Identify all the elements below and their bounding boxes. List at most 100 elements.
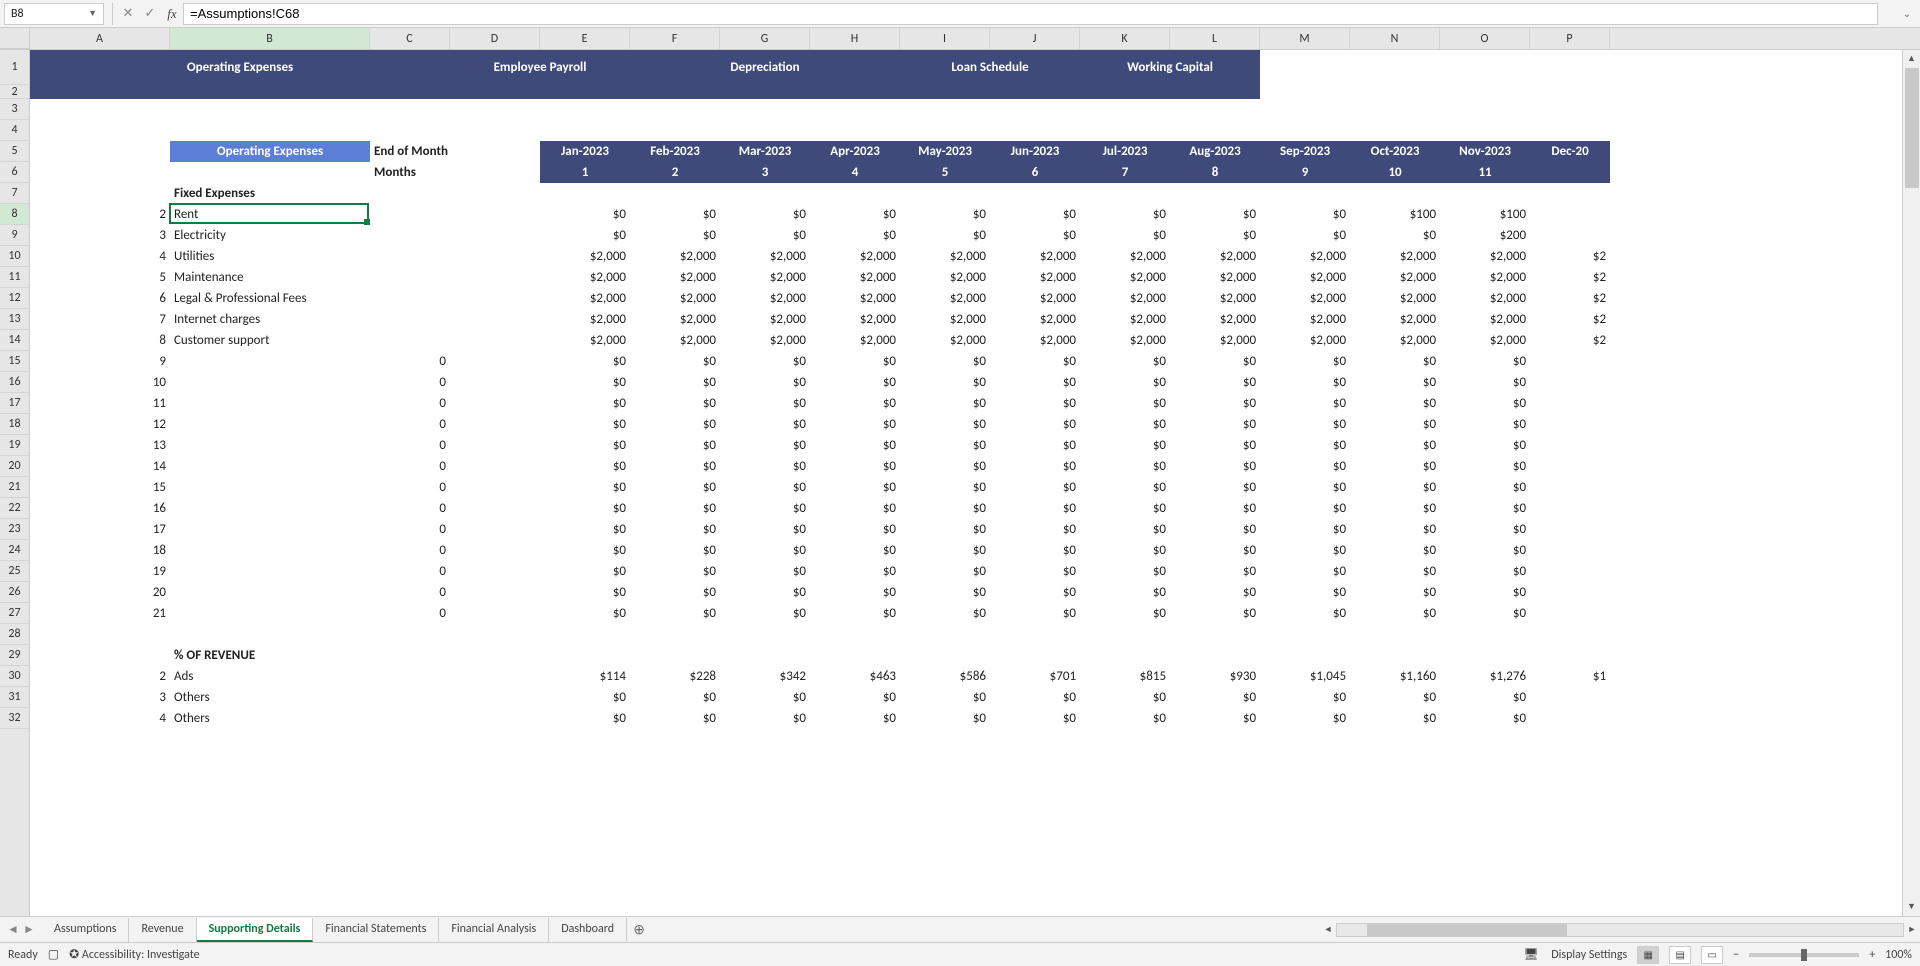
row-header-9[interactable]: 9: [0, 225, 29, 246]
cell[interactable]: [450, 477, 540, 498]
month-num-10[interactable]: 11: [1440, 162, 1530, 183]
expense-value[interactable]: [1530, 435, 1610, 456]
expense-value[interactable]: $0: [900, 414, 990, 435]
expense-value[interactable]: $0: [720, 477, 810, 498]
row-index[interactable]: 17: [30, 519, 170, 540]
expense-value[interactable]: $0: [540, 540, 630, 561]
expense-value[interactable]: $2,000: [990, 267, 1080, 288]
zoom-in-icon[interactable]: +: [1869, 948, 1875, 962]
sheet-tab-dashboard[interactable]: Dashboard: [549, 918, 627, 942]
expense-value[interactable]: $2,000: [1350, 288, 1440, 309]
row-index[interactable]: 19: [30, 561, 170, 582]
zoom-out-icon[interactable]: −: [1733, 948, 1739, 962]
expense-value[interactable]: $2,000: [1260, 309, 1350, 330]
month-header-7[interactable]: Aug-2023: [1170, 141, 1260, 162]
expense-value[interactable]: $0: [1260, 603, 1350, 624]
expense-value[interactable]: $0: [1440, 540, 1530, 561]
revenue-value[interactable]: $0: [1350, 687, 1440, 708]
expense-value[interactable]: $0: [810, 561, 900, 582]
expense-c[interactable]: 0: [370, 582, 450, 603]
expense-value[interactable]: $0: [810, 225, 900, 246]
expense-value[interactable]: $0: [1350, 351, 1440, 372]
revenue-value[interactable]: $0: [810, 708, 900, 729]
expense-value[interactable]: $0: [990, 351, 1080, 372]
cell[interactable]: [450, 519, 540, 540]
expense-name[interactable]: [170, 477, 370, 498]
expense-value[interactable]: $2,000: [900, 330, 990, 351]
month-num-5[interactable]: 6: [990, 162, 1080, 183]
expense-value[interactable]: $0: [1350, 414, 1440, 435]
accessibility-status[interactable]: Accessibility: Investigate: [82, 948, 200, 962]
horizontal-scroll-track[interactable]: [1336, 923, 1904, 937]
expense-value[interactable]: $0: [1170, 414, 1260, 435]
revenue-value[interactable]: $586: [900, 666, 990, 687]
cell[interactable]: [1260, 85, 1610, 99]
expense-value[interactable]: $0: [1260, 414, 1350, 435]
revenue-name[interactable]: Others: [170, 687, 370, 708]
expense-value[interactable]: $2,000: [1080, 267, 1170, 288]
cell[interactable]: [370, 687, 450, 708]
cell[interactable]: [450, 267, 540, 288]
expense-value[interactable]: $0: [1170, 435, 1260, 456]
expense-value[interactable]: $2,000: [1080, 309, 1170, 330]
expense-value[interactable]: $0: [720, 351, 810, 372]
expense-value[interactable]: $0: [630, 519, 720, 540]
expense-value[interactable]: $0: [540, 498, 630, 519]
expense-value[interactable]: [1530, 519, 1610, 540]
expense-value[interactable]: $0: [1260, 435, 1350, 456]
expense-name[interactable]: Customer support: [170, 330, 370, 351]
expense-name[interactable]: [170, 435, 370, 456]
expense-value[interactable]: $0: [810, 351, 900, 372]
cell[interactable]: [370, 183, 1610, 204]
revenue-value[interactable]: $0: [1350, 708, 1440, 729]
expense-value[interactable]: [1530, 225, 1610, 246]
cell[interactable]: [30, 141, 170, 162]
expense-value[interactable]: $0: [810, 519, 900, 540]
expense-value[interactable]: $0: [1440, 372, 1530, 393]
expense-value[interactable]: $2,000: [1170, 246, 1260, 267]
month-header-10[interactable]: Nov-2023: [1440, 141, 1530, 162]
expense-name[interactable]: [170, 393, 370, 414]
expense-value[interactable]: $0: [900, 498, 990, 519]
expense-value[interactable]: $0: [540, 519, 630, 540]
expense-name[interactable]: Utilities: [170, 246, 370, 267]
expense-value[interactable]: [1530, 372, 1610, 393]
expense-value[interactable]: $2: [1530, 246, 1610, 267]
revenue-value[interactable]: $0: [1260, 708, 1350, 729]
revenue-value[interactable]: $0: [1440, 687, 1530, 708]
column-header-L[interactable]: L: [1170, 28, 1260, 49]
expense-value[interactable]: $0: [1080, 561, 1170, 582]
expense-value[interactable]: $2,000: [630, 330, 720, 351]
expense-value[interactable]: $2,000: [630, 246, 720, 267]
expense-value[interactable]: [1530, 351, 1610, 372]
row-header-11[interactable]: 11: [0, 267, 29, 288]
expense-value[interactable]: $0: [1350, 519, 1440, 540]
month-num-11[interactable]: [1530, 162, 1610, 183]
expense-value[interactable]: $0: [900, 603, 990, 624]
row-header-29[interactable]: 29: [0, 645, 29, 666]
expense-value[interactable]: $0: [900, 540, 990, 561]
sheet-tab-revenue[interactable]: Revenue: [129, 918, 196, 942]
formula-expand-icon[interactable]: ⌄: [1898, 7, 1916, 20]
expense-value[interactable]: $2,000: [1170, 288, 1260, 309]
expense-value[interactable]: $0: [1440, 435, 1530, 456]
expense-value[interactable]: $0: [540, 582, 630, 603]
row-header-12[interactable]: 12: [0, 288, 29, 309]
expense-name[interactable]: Internet charges: [170, 309, 370, 330]
expense-value[interactable]: $0: [990, 582, 1080, 603]
expense-value[interactable]: $0: [1080, 225, 1170, 246]
accessibility-icon[interactable]: ✪: [69, 947, 82, 962]
revenue-value[interactable]: $0: [630, 687, 720, 708]
expense-value[interactable]: $0: [1080, 498, 1170, 519]
expense-value[interactable]: [1530, 582, 1610, 603]
row-header-8[interactable]: 8: [0, 204, 29, 225]
select-all-corner[interactable]: [0, 28, 30, 49]
cell[interactable]: [1260, 50, 1610, 85]
expense-value[interactable]: $2,000: [1260, 288, 1350, 309]
expense-value[interactable]: $2,000: [720, 309, 810, 330]
cell[interactable]: [450, 603, 540, 624]
expense-value[interactable]: $0: [1260, 519, 1350, 540]
revenue-name[interactable]: Others: [170, 708, 370, 729]
revenue-value[interactable]: $0: [720, 708, 810, 729]
revenue-value[interactable]: $701: [990, 666, 1080, 687]
